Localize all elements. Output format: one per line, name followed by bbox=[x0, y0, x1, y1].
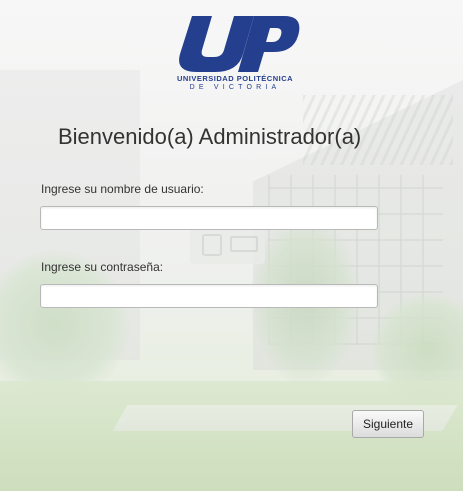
password-input[interactable] bbox=[40, 284, 378, 308]
logo-text-line1: UNIVERSIDAD POLITÉCNICA bbox=[176, 74, 294, 83]
password-label: Ingrese su contraseña: bbox=[41, 260, 164, 274]
page-title: Bienvenido(a) Administrador(a) bbox=[58, 124, 362, 149]
next-button[interactable]: Siguiente bbox=[352, 410, 424, 438]
university-logo: UNIVERSIDAD POLITÉCNICA DE VICTORIA bbox=[170, 12, 300, 92]
logo-text-line2: DE VICTORIA bbox=[189, 84, 281, 91]
up-logo-mark bbox=[179, 16, 300, 72]
username-label: Ingrese su nombre de usuario: bbox=[41, 182, 204, 196]
username-input[interactable] bbox=[40, 206, 378, 230]
